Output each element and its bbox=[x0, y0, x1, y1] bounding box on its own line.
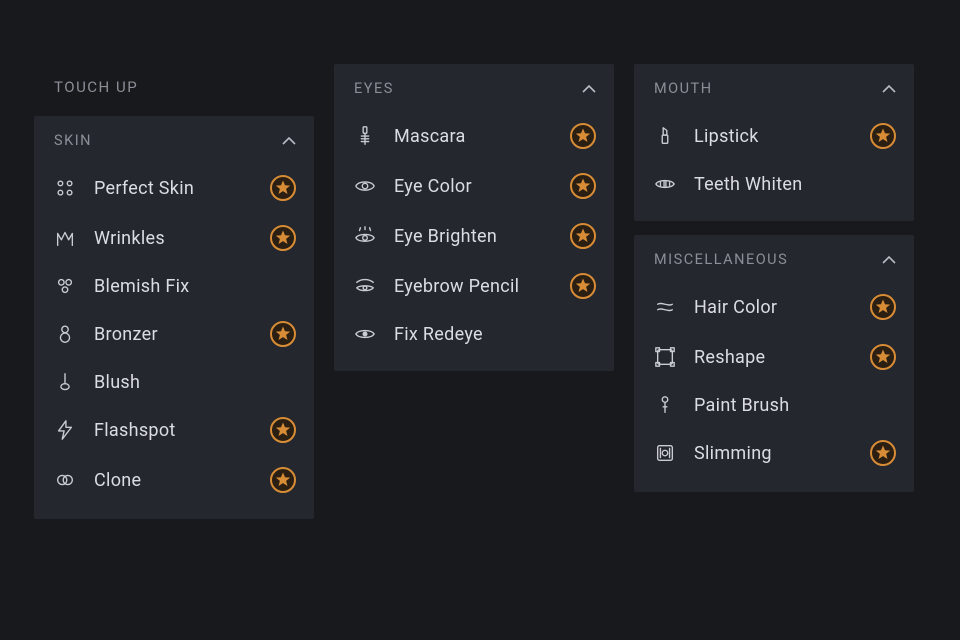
misc-panel-header[interactable]: MISCELLANEOUS bbox=[634, 235, 914, 282]
star-icon[interactable] bbox=[870, 344, 896, 370]
chevron-up-icon bbox=[282, 136, 296, 145]
skin-panel-header[interactable]: SKIN bbox=[34, 116, 314, 163]
tool-item-bronzer[interactable]: Bronzer bbox=[34, 309, 314, 359]
wrinkles-icon bbox=[54, 227, 76, 249]
tool-item-label: Slimming bbox=[694, 443, 870, 464]
flash-icon bbox=[54, 419, 76, 441]
tool-item-blemish-fix[interactable]: Blemish Fix bbox=[34, 263, 314, 309]
star-icon[interactable] bbox=[570, 123, 596, 149]
tool-item-label: Eye Brighten bbox=[394, 226, 570, 247]
blemish-icon bbox=[54, 275, 76, 297]
eye-bright-icon bbox=[354, 225, 376, 247]
eye-icon bbox=[354, 175, 376, 197]
tool-item-label: Blemish Fix bbox=[94, 276, 296, 297]
tool-item-label: Eye Color bbox=[394, 176, 570, 197]
misc-panel-title: MISCELLANEOUS bbox=[654, 251, 788, 268]
star-icon[interactable] bbox=[270, 321, 296, 347]
lipstick-icon bbox=[654, 125, 676, 147]
tool-item-reshape[interactable]: Reshape bbox=[634, 332, 914, 382]
eyes-panel: EYES Mascara Eye Color Eye Brighten Eyebrow… bbox=[334, 64, 614, 371]
tool-item-label: Reshape bbox=[694, 347, 870, 368]
tool-item-slimming[interactable]: Slimming bbox=[634, 428, 914, 478]
slimming-icon bbox=[654, 442, 676, 464]
star-icon[interactable] bbox=[870, 294, 896, 320]
teeth-icon bbox=[654, 173, 676, 195]
tool-item-label: Mascara bbox=[394, 126, 570, 147]
tool-item-blush[interactable]: Blush bbox=[34, 359, 314, 405]
tool-item-teeth-whiten[interactable]: Teeth Whiten bbox=[634, 161, 914, 207]
tool-item-mascara[interactable]: Mascara bbox=[334, 111, 614, 161]
tool-item-label: Lipstick bbox=[694, 126, 870, 147]
misc-panel: MISCELLANEOUS Hair Color Reshape Paint Bru… bbox=[634, 235, 914, 492]
tool-item-label: Teeth Whiten bbox=[694, 174, 896, 195]
blush-icon bbox=[54, 371, 76, 393]
star-icon[interactable] bbox=[270, 225, 296, 251]
tool-item-label: Wrinkles bbox=[94, 228, 270, 249]
reshape-icon bbox=[654, 346, 676, 368]
tool-item-label: Flashspot bbox=[94, 420, 270, 441]
tool-item-label: Bronzer bbox=[94, 324, 270, 345]
eyes-panel-title: EYES bbox=[354, 80, 394, 97]
chevron-up-icon bbox=[882, 255, 896, 264]
tool-item-clone[interactable]: Clone bbox=[34, 455, 314, 505]
tool-item-hair-color[interactable]: Hair Color bbox=[634, 282, 914, 332]
tool-item-flashspot[interactable]: Flashspot bbox=[34, 405, 314, 455]
chevron-up-icon bbox=[882, 84, 896, 93]
star-icon[interactable] bbox=[570, 173, 596, 199]
star-icon[interactable] bbox=[270, 417, 296, 443]
tool-item-eye-color[interactable]: Eye Color bbox=[334, 161, 614, 211]
star-icon[interactable] bbox=[870, 123, 896, 149]
tool-item-label: Fix Redeye bbox=[394, 324, 596, 345]
tool-item-label: Hair Color bbox=[694, 297, 870, 318]
paint-icon bbox=[654, 394, 676, 416]
skin-panel: SKIN Perfect Skin Wrinkles Blemish Fix Bron… bbox=[34, 116, 314, 519]
tool-item-label: Perfect Skin bbox=[94, 178, 270, 199]
tool-item-label: Paint Brush bbox=[694, 395, 896, 416]
mouth-panel-title: MOUTH bbox=[654, 80, 713, 97]
mascara-icon bbox=[354, 125, 376, 147]
tool-item-paint-brush[interactable]: Paint Brush bbox=[634, 382, 914, 428]
sparkle-icon bbox=[54, 177, 76, 199]
skin-panel-title: SKIN bbox=[54, 132, 92, 149]
tool-item-wrinkles[interactable]: Wrinkles bbox=[34, 213, 314, 263]
tool-item-label: Clone bbox=[94, 470, 270, 491]
mouth-panel-header[interactable]: MOUTH bbox=[634, 64, 914, 111]
touch-up-title: TOUCH UP bbox=[34, 78, 314, 116]
tool-item-perfect-skin[interactable]: Perfect Skin bbox=[34, 163, 314, 213]
tool-item-lipstick[interactable]: Lipstick bbox=[634, 111, 914, 161]
tool-item-fix-redeye[interactable]: Fix Redeye bbox=[334, 311, 614, 357]
redeye-icon bbox=[354, 323, 376, 345]
eyebrow-icon bbox=[354, 275, 376, 297]
mouth-panel: MOUTH Lipstick Teeth Whiten bbox=[634, 64, 914, 221]
star-icon[interactable] bbox=[270, 175, 296, 201]
tool-item-eyebrow-pencil[interactable]: Eyebrow Pencil bbox=[334, 261, 614, 311]
tool-item-label: Eyebrow Pencil bbox=[394, 276, 570, 297]
hair-icon bbox=[654, 296, 676, 318]
star-icon[interactable] bbox=[870, 440, 896, 466]
star-icon[interactable] bbox=[570, 223, 596, 249]
clone-icon bbox=[54, 469, 76, 491]
star-icon[interactable] bbox=[570, 273, 596, 299]
chevron-up-icon bbox=[582, 84, 596, 93]
eyes-panel-header[interactable]: EYES bbox=[334, 64, 614, 111]
tool-item-label: Blush bbox=[94, 372, 296, 393]
star-icon[interactable] bbox=[270, 467, 296, 493]
tool-item-eye-brighten[interactable]: Eye Brighten bbox=[334, 211, 614, 261]
bronzer-icon bbox=[54, 323, 76, 345]
